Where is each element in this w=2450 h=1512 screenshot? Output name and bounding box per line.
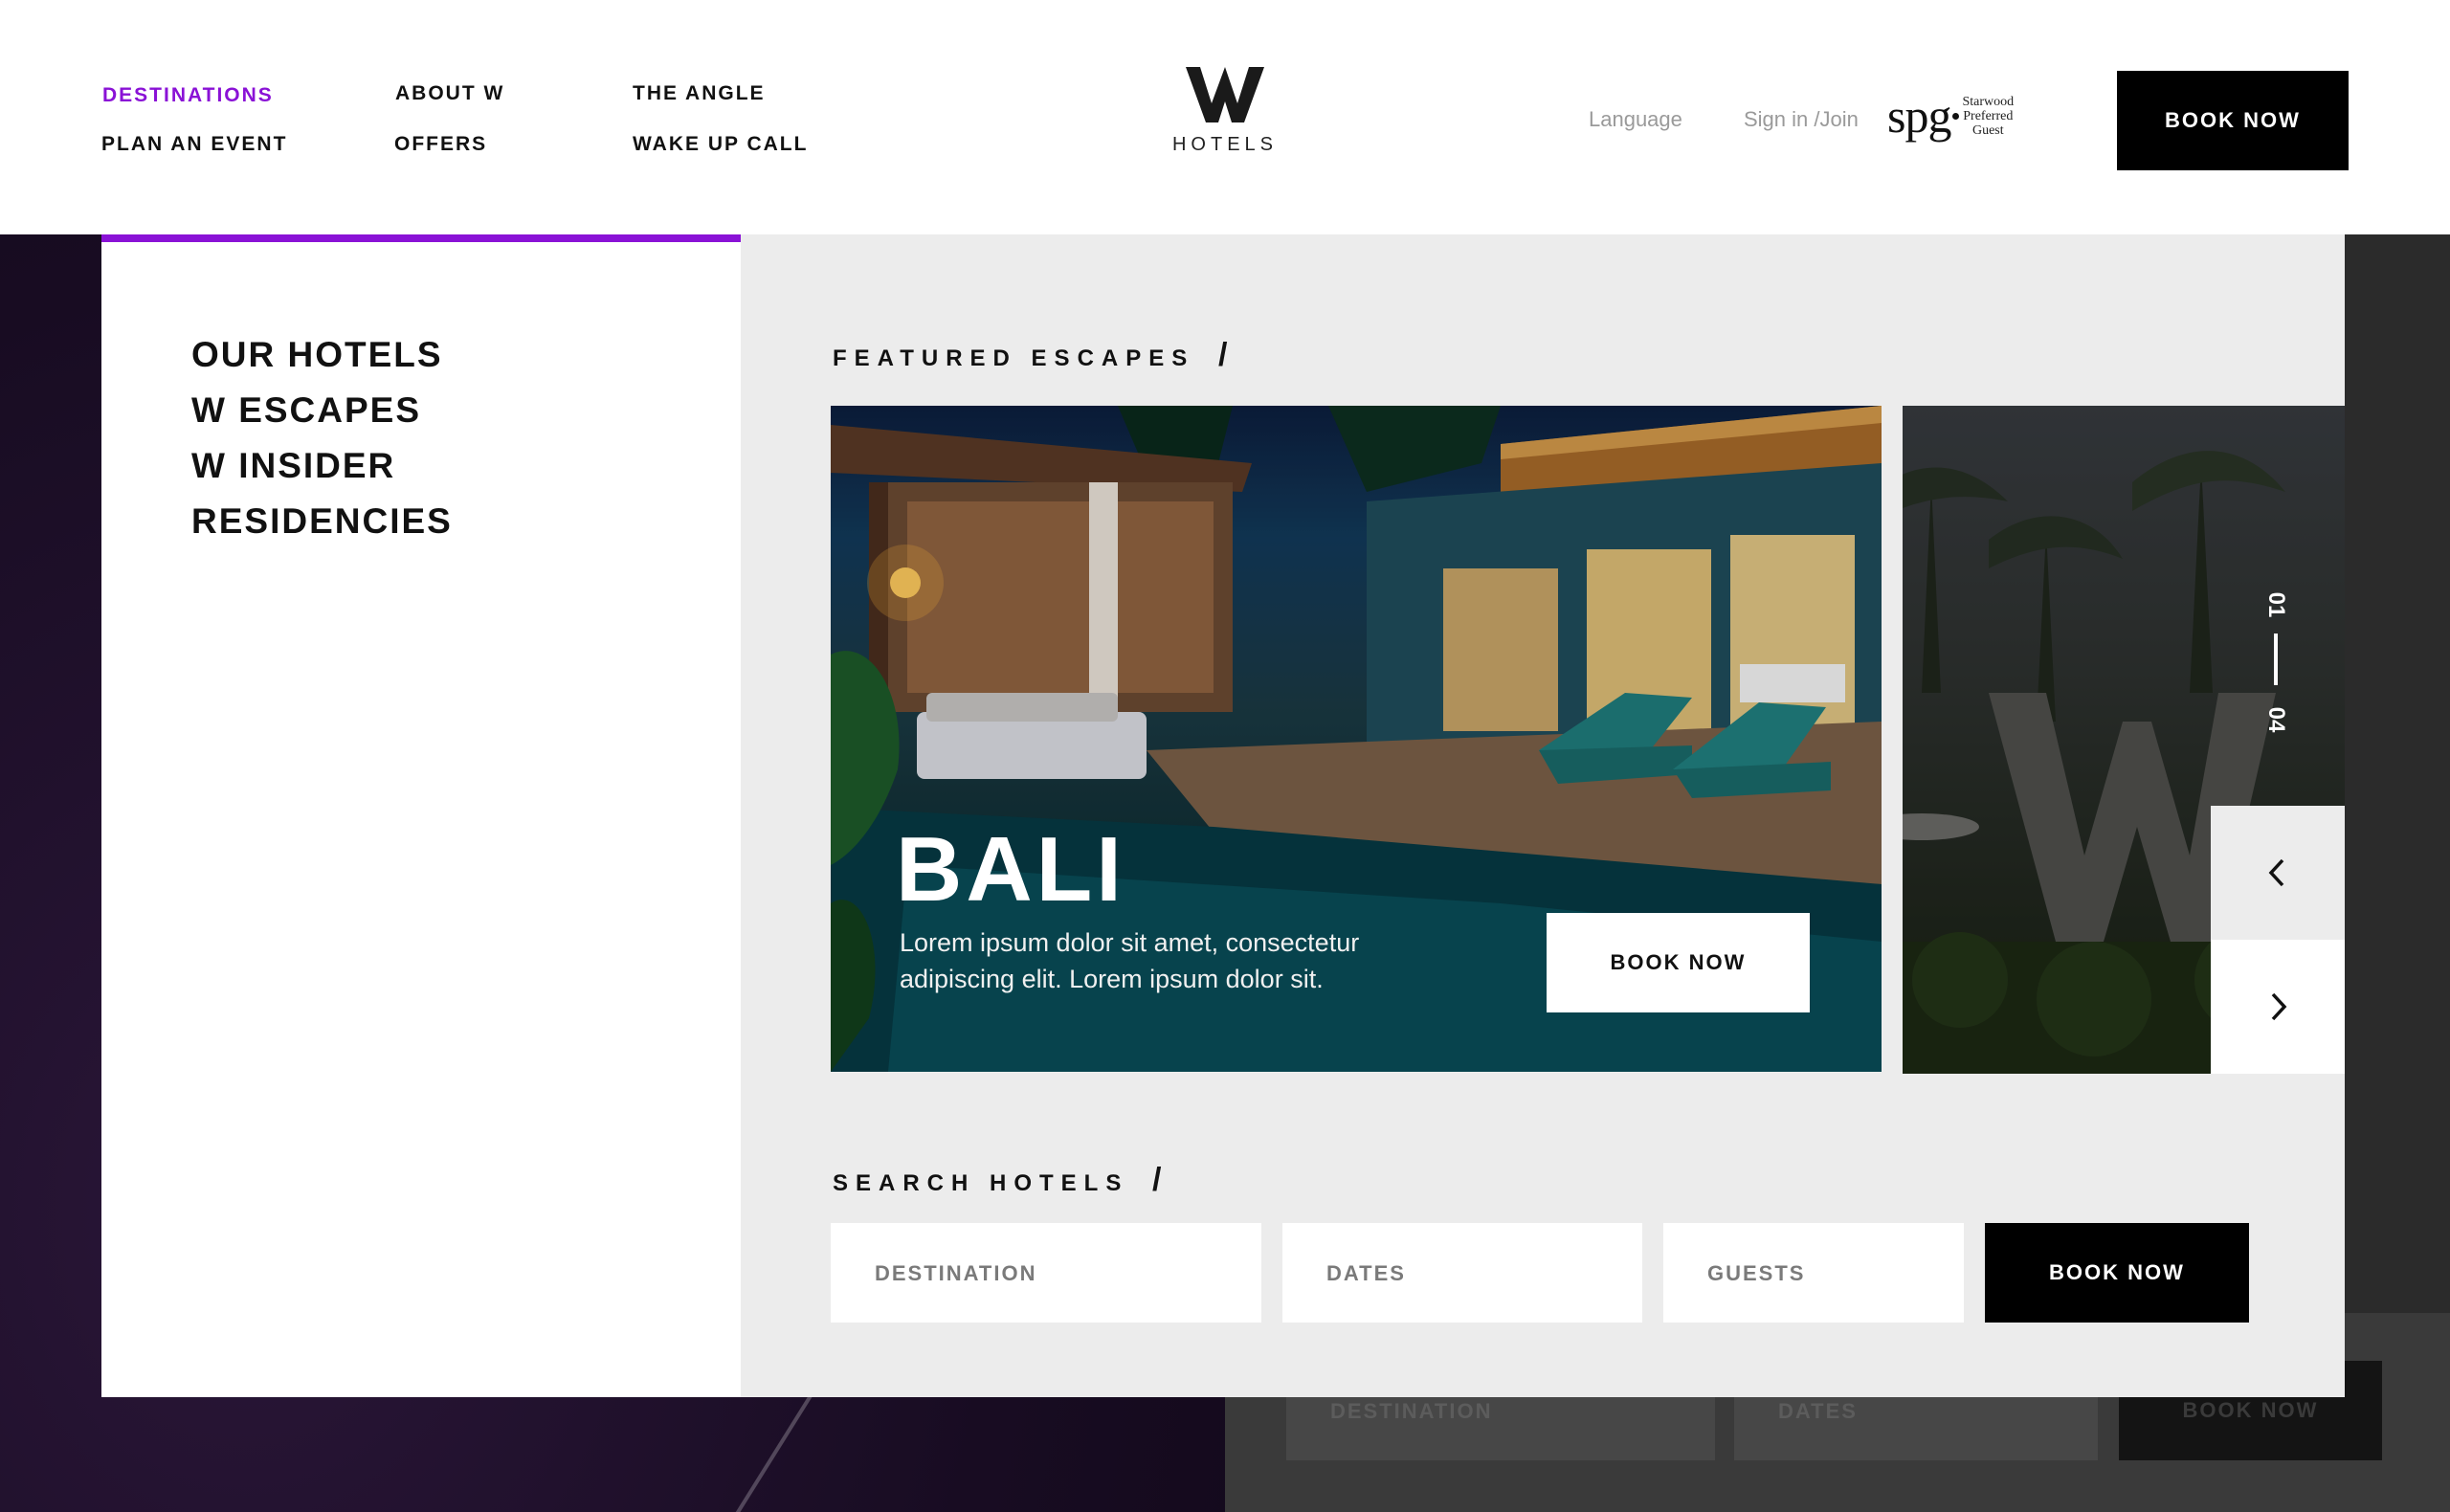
- site-header: DESTINATIONS PLAN AN EVENT ABOUT W OFFER…: [0, 0, 2450, 234]
- side-menu-w-insider[interactable]: W INSIDER: [191, 446, 395, 486]
- counter-divider: [2274, 634, 2278, 685]
- spg-line-3: Guest: [1971, 122, 2004, 138]
- carousel-next-button[interactable]: [2211, 940, 2345, 1074]
- slash-divider: /: [1152, 1162, 1162, 1198]
- nav-plan-an-event[interactable]: PLAN AN EVENT: [101, 133, 287, 156]
- page: DESTINATION DATES BOOK NOW DESTINATIONS …: [0, 0, 2450, 1512]
- nav-the-angle[interactable]: THE ANGLE: [633, 82, 766, 105]
- card-book-now-button[interactable]: BOOK NOW: [1547, 913, 1810, 1012]
- spg-mark: spg: [1887, 89, 1951, 143]
- nav-offers[interactable]: OFFERS: [394, 133, 487, 156]
- chevron-left-icon: [2268, 858, 2284, 887]
- card-description: Lorem ipsum dolor sit amet, consectetur …: [900, 928, 1360, 993]
- search-book-now-button[interactable]: BOOK NOW: [1985, 1223, 2249, 1323]
- language-link[interactable]: Language: [1589, 107, 1682, 132]
- side-menu-residencies[interactable]: RESIDENCIES: [191, 501, 453, 542]
- spg-line-2: Preferred: [1963, 108, 2014, 123]
- w-logo-icon: [1186, 67, 1264, 122]
- card-title: BALI: [896, 818, 1125, 921]
- spg-subtitle: Starwood Preferred Guest: [1962, 95, 2014, 138]
- carousel-prev-button[interactable]: [2211, 806, 2345, 940]
- search-hotels-title: SEARCH HOTELS /: [833, 1162, 1161, 1199]
- featured-escapes-title: FEATURED ESCAPES /: [833, 337, 1227, 374]
- spg-dot: [1952, 112, 1960, 120]
- featured-card-bali[interactable]: BALI Lorem ipsum dolor sit amet, consect…: [831, 406, 1882, 1072]
- w-hotels-logo[interactable]: HOTELS: [1158, 67, 1292, 156]
- header-book-now-button[interactable]: BOOK NOW: [2117, 71, 2349, 170]
- side-menu-our-hotels[interactable]: OUR HOTELS: [191, 335, 443, 375]
- logo-text: HOTELS: [1171, 134, 1279, 155]
- nav-destinations[interactable]: DESTINATIONS: [102, 84, 274, 107]
- nav-wake-up-call[interactable]: WAKE UP CALL: [633, 133, 808, 156]
- spg-logo[interactable]: spg Starwood Preferred Guest: [1887, 92, 2014, 140]
- chevron-right-icon: [2271, 992, 2287, 1021]
- destination-field[interactable]: DESTINATION: [831, 1223, 1261, 1323]
- slide-counter: 01 04: [2261, 584, 2291, 746]
- signin-link[interactable]: Sign in /Join: [1744, 107, 1859, 132]
- side-menu-w-escapes[interactable]: W ESCAPES: [191, 390, 421, 431]
- counter-current: 01: [2263, 591, 2289, 618]
- featured-escapes-text: FEATURED ESCAPES: [833, 345, 1195, 371]
- spg-line-1: Starwood: [1962, 94, 2015, 109]
- search-hotels-text: SEARCH HOTELS: [833, 1170, 1129, 1196]
- guests-field[interactable]: GUESTS: [1663, 1223, 1964, 1323]
- dates-field[interactable]: DATES: [1282, 1223, 1642, 1323]
- active-accent-bar: [101, 234, 741, 242]
- counter-total: 04: [2263, 706, 2289, 733]
- slash-divider: /: [1217, 337, 1228, 373]
- nav-about-w[interactable]: ABOUT W: [395, 82, 504, 105]
